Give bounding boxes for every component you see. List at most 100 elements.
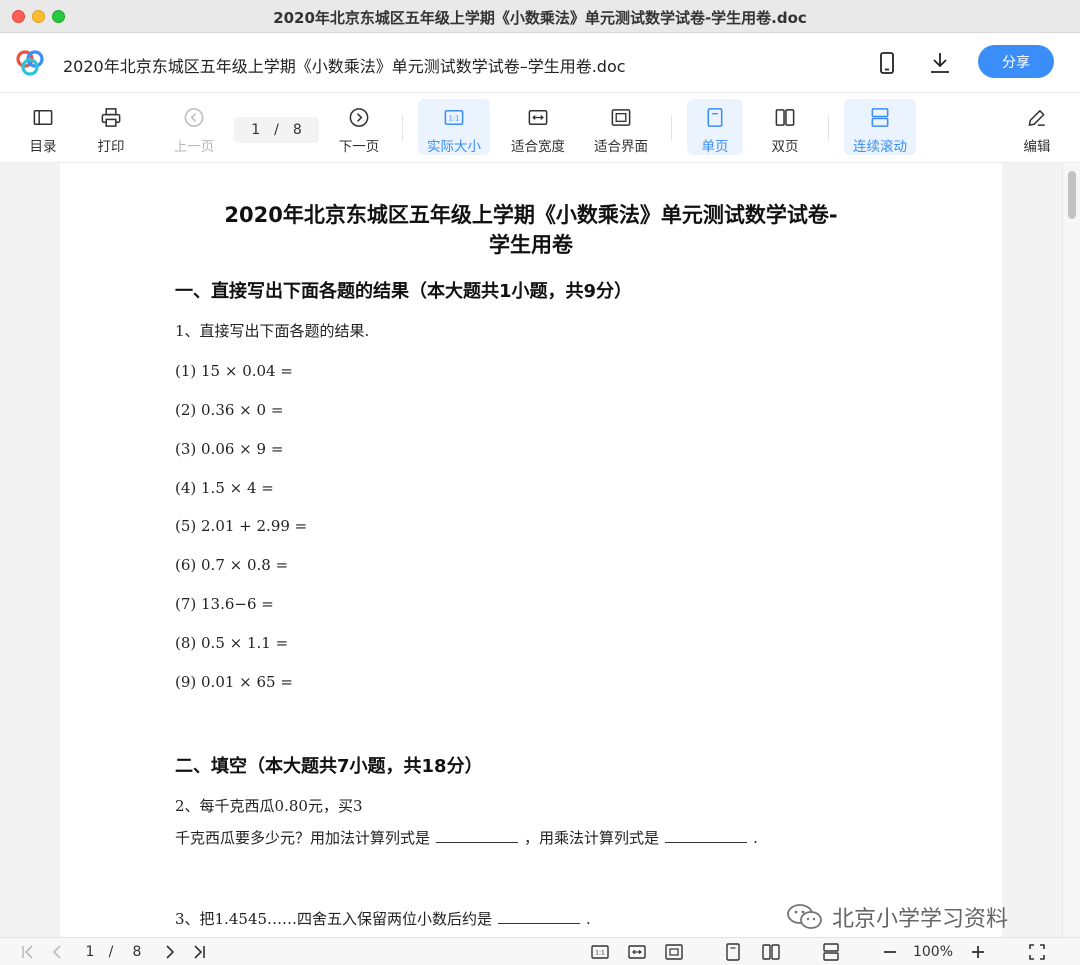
toolbar-divider bbox=[671, 115, 672, 141]
baidu-netdisk-logo-icon bbox=[16, 50, 44, 76]
zoom-out-button[interactable] bbox=[880, 942, 900, 962]
scrollbar-thumb[interactable] bbox=[1068, 171, 1076, 219]
fit-screen-label: 适合界面 bbox=[594, 139, 648, 155]
fit-screen-icon bbox=[611, 109, 631, 126]
bottom-page-total: 8 bbox=[132, 944, 142, 960]
last-page-button[interactable] bbox=[189, 942, 209, 962]
question-1-item: (1) 15 × 0.04 = bbox=[175, 362, 293, 380]
question-2-line-1: 2、每千克西瓜0.80元，买3 bbox=[175, 797, 363, 815]
continuous-scroll-label: 连续滚动 bbox=[853, 139, 907, 155]
single-page-icon bbox=[707, 108, 723, 127]
question-1-text: 1、直接写出下面各题的结果. bbox=[175, 322, 370, 340]
next-page-label: 下一页 bbox=[338, 139, 380, 155]
actual-size-small-button[interactable]: 1:1 bbox=[589, 942, 611, 962]
chevron-left-circle-icon bbox=[184, 108, 204, 127]
actual-size-label: 实际大小 bbox=[427, 139, 481, 155]
question-1-item: (4) 1.5 × 4 = bbox=[175, 479, 274, 497]
fullscreen-button[interactable] bbox=[1026, 942, 1048, 962]
continuous-scroll-icon bbox=[871, 108, 889, 127]
watermark-text: 北京小学学习资料 bbox=[832, 907, 1009, 932]
next-page-small-button[interactable] bbox=[160, 942, 180, 962]
actual-size-icon: 1:1 bbox=[444, 110, 464, 125]
answer-blank bbox=[498, 910, 581, 924]
page-current: 1 bbox=[251, 122, 261, 138]
edit-pencil-icon bbox=[1028, 110, 1045, 126]
question-2-text-b: ，用乘法计算列式是 bbox=[524, 829, 660, 847]
continuous-scroll-icon bbox=[823, 943, 839, 961]
double-page-small-button[interactable] bbox=[760, 942, 782, 962]
first-page-button[interactable] bbox=[18, 942, 38, 962]
single-page-button[interactable]: 单页 bbox=[687, 99, 743, 155]
actual-size-icon: 1:1 bbox=[591, 945, 609, 959]
next-page-button[interactable]: 下一页 bbox=[333, 99, 385, 155]
single-page-small-button[interactable] bbox=[722, 942, 744, 962]
minus-icon bbox=[884, 951, 896, 953]
page-separator: / bbox=[274, 122, 279, 138]
page-total: 8 bbox=[292, 122, 302, 138]
fit-width-small-button[interactable] bbox=[626, 942, 648, 962]
fit-screen-button[interactable]: 适合界面 bbox=[585, 99, 657, 155]
chevron-right-circle-icon bbox=[349, 108, 369, 127]
window-titlebar: 2020年北京东城区五年级上学期《小数乘法》单元测试数学试卷-学生用卷.doc bbox=[0, 0, 1080, 33]
section-1-heading: 一、直接写出下面各题的结果（本大题共1小题，共9分） bbox=[175, 281, 633, 302]
bottom-status-bar: 1 / 8 1:1 100% bbox=[0, 937, 1080, 965]
fullscreen-icon bbox=[1029, 944, 1045, 960]
vertical-scrollbar[interactable] bbox=[1062, 163, 1080, 937]
app-header: 2020年北京东城区五年级上学期《小数乘法》单元测试数学试卷–学生用卷.doc … bbox=[0, 33, 1080, 93]
wechat-icon bbox=[787, 904, 822, 929]
fit-screen-small-button[interactable] bbox=[663, 942, 685, 962]
section-2-heading: 二、填空（本大题共7小题，共18分） bbox=[175, 756, 483, 777]
actual-size-button[interactable]: 1:1 实际大小 bbox=[418, 99, 490, 155]
share-button[interactable]: 分享 bbox=[978, 45, 1054, 78]
edit-label: 编辑 bbox=[1023, 139, 1051, 155]
bottom-page-current: 1 bbox=[85, 944, 95, 960]
double-page-label: 双页 bbox=[771, 139, 799, 155]
document-viewer[interactable]: 2020年北京东城区五年级上学期《小数乘法》单元测试数学试卷- 学生用卷 一、直… bbox=[0, 163, 1080, 937]
last-page-icon bbox=[194, 945, 205, 959]
window-title: 2020年北京东城区五年级上学期《小数乘法》单元测试数学试卷-学生用卷.doc bbox=[273, 9, 807, 27]
toolbar-divider bbox=[402, 115, 403, 141]
fit-width-label: 适合宽度 bbox=[511, 139, 565, 155]
viewer-toolbar: 目录 打印 上一页 1 / 8 下一页 1:1 实际大小 适合宽度 适合界面 单… bbox=[0, 93, 1080, 163]
toc-label: 目录 bbox=[29, 139, 57, 155]
prev-page-small-button[interactable] bbox=[47, 942, 67, 962]
answer-blank bbox=[665, 829, 748, 843]
edit-button[interactable]: 编辑 bbox=[1016, 99, 1058, 155]
page-number-field[interactable]: 1 / 8 bbox=[234, 117, 319, 143]
mobile-phone-icon[interactable] bbox=[874, 50, 900, 76]
fit-width-button[interactable]: 适合宽度 bbox=[502, 99, 574, 155]
answer-blank bbox=[436, 829, 519, 843]
zoom-in-button[interactable] bbox=[968, 942, 988, 962]
question-1-item: (5) 2.01 + 2.99 = bbox=[175, 517, 308, 535]
fit-width-icon bbox=[628, 945, 646, 959]
question-1-item: (6) 0.7 × 0.8 = bbox=[175, 556, 289, 574]
fit-screen-icon bbox=[665, 944, 683, 960]
svg-text:1:1: 1:1 bbox=[595, 950, 605, 957]
plus-icon bbox=[972, 946, 984, 958]
continuous-scroll-button[interactable]: 连续滚动 bbox=[844, 99, 916, 155]
question-1-item: (8) 0.5 × 1.1 = bbox=[175, 634, 289, 652]
prev-page-label: 上一页 bbox=[173, 139, 215, 155]
document-title: 2020年北京东城区五年级上学期《小数乘法》单元测试数学试卷–学生用卷.doc bbox=[63, 57, 626, 76]
double-page-button[interactable]: 双页 bbox=[757, 99, 813, 155]
bottom-page-separator: / bbox=[108, 944, 114, 960]
print-button[interactable]: 打印 bbox=[90, 99, 132, 155]
question-1-item: (7) 13.6−6 = bbox=[175, 595, 274, 613]
download-icon[interactable] bbox=[927, 50, 953, 76]
single-page-icon bbox=[726, 943, 740, 961]
printer-icon bbox=[101, 108, 121, 127]
toc-button[interactable]: 目录 bbox=[22, 99, 64, 155]
toolbar-divider bbox=[828, 115, 829, 141]
zoom-level[interactable]: 100% bbox=[908, 942, 958, 962]
question-3-text-b: . bbox=[586, 910, 591, 928]
doc-title-line-1: 2020年北京东城区五年级上学期《小数乘法》单元测试数学试卷- bbox=[224, 203, 838, 227]
single-page-label: 单页 bbox=[701, 139, 729, 155]
question-3-text-a: 3、把1.4545……四舍五入保留两位小数后约是 bbox=[175, 910, 493, 928]
prev-page-button[interactable]: 上一页 bbox=[168, 99, 220, 155]
doc-title-line-2: 学生用卷 bbox=[489, 233, 573, 257]
chevron-left-icon bbox=[52, 945, 61, 959]
wechat-watermark: 北京小学学习资料 bbox=[786, 900, 1008, 934]
question-1-item: (2) 0.36 × 0 = bbox=[175, 401, 284, 419]
continuous-scroll-small-button[interactable] bbox=[820, 942, 842, 962]
document-page: 2020年北京东城区五年级上学期《小数乘法》单元测试数学试卷- 学生用卷 一、直… bbox=[60, 163, 1002, 937]
